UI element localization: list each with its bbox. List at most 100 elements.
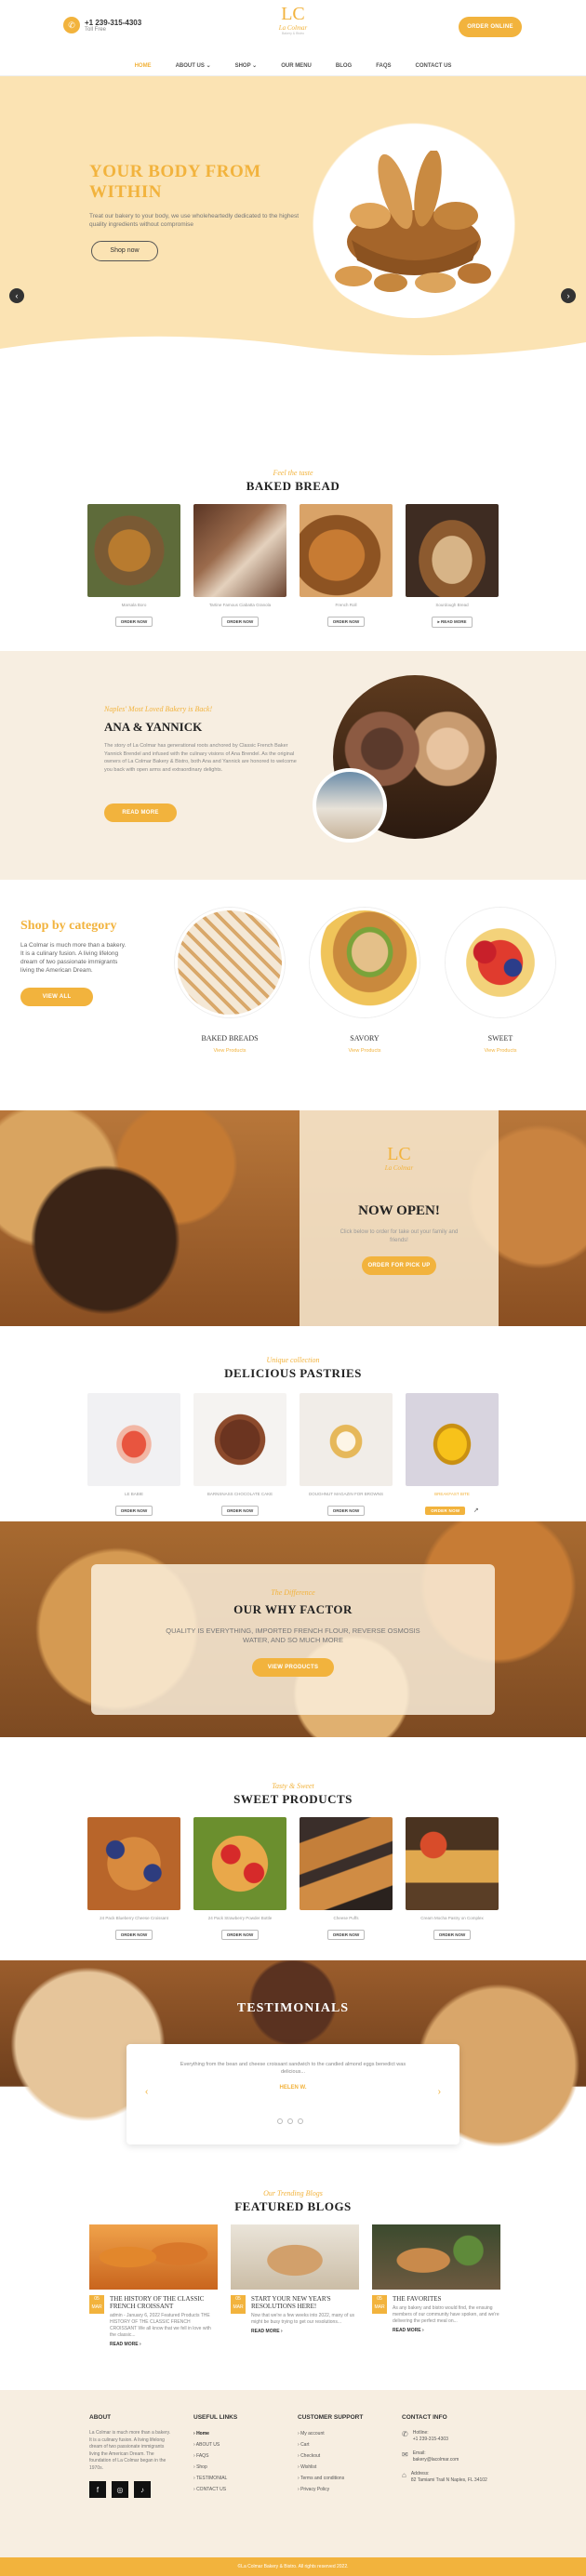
category-image[interactable] (310, 908, 420, 1017)
blog-image[interactable] (89, 2224, 218, 2290)
blog-card[interactable]: 05 MAR START YOUR NEW YEAR'S RESOLUTIONS… (231, 2224, 359, 2347)
product-card[interactable]: Tartine Famous Ciabatta Granola ORDER NO… (193, 504, 286, 628)
blog-card[interactable]: 05 MAR THE HISTORY OF THE CLASSIC FRENCH… (89, 2224, 218, 2347)
product-card[interactable]: BREAKFAST BITE ORDER NOW ↗ (406, 1393, 499, 1517)
contact-value[interactable]: bakery@lacolmar.com (413, 2457, 459, 2463)
category-card[interactable]: BAKED BREADS View Products (173, 908, 286, 1054)
order-now-button[interactable]: ORDER NOW (425, 1507, 466, 1515)
order-now-button[interactable]: ORDER NOW (220, 617, 260, 627)
product-card[interactable]: DOUGHNUT MAGAZIN FOR BROWNS ORDER NOW (300, 1393, 393, 1517)
category-image[interactable] (446, 908, 555, 1017)
blog-read-more-link[interactable]: READ MORE › (393, 2328, 500, 2333)
product-image[interactable] (193, 1393, 286, 1486)
order-now-button[interactable]: ORDER NOW (433, 1930, 472, 1940)
footer-support-link[interactable]: › Checkout (298, 2450, 363, 2462)
product-card[interactable]: Cheese Puffs ORDER NOW (300, 1817, 393, 1941)
instagram-icon[interactable]: ◎ (112, 2481, 128, 2498)
product-card[interactable]: Sourdough Bread ▸ READ MORE (406, 504, 499, 628)
order-now-button[interactable]: ORDER NOW (326, 1930, 366, 1940)
nav-about[interactable]: ABOUT US ⌄ (176, 62, 211, 69)
facebook-icon[interactable]: f (89, 2481, 106, 2498)
product-card[interactable]: BARNSNASS CHOCOLATE CAKE ORDER NOW (193, 1393, 286, 1517)
logo[interactable]: LC La Colmar Bakery & Bistro (272, 4, 314, 35)
order-now-button[interactable]: ORDER NOW (114, 1930, 153, 1940)
product-image[interactable] (300, 504, 393, 597)
product-card[interactable]: 24 Pack Strawberry Powder Bottle ORDER N… (193, 1817, 286, 1941)
view-products-link[interactable]: View Products (444, 1048, 557, 1054)
slider-dot[interactable] (277, 2118, 283, 2124)
footer-contact-title: CONTACT INFO (402, 2414, 447, 2421)
blog-read-more-link[interactable]: READ MORE › (110, 2342, 218, 2347)
phone-block[interactable]: ✆ +1 239-315-4303 Toll Free (63, 17, 141, 33)
slider-dot[interactable] (298, 2118, 303, 2124)
testimonial-next-icon[interactable]: › (438, 2087, 441, 2097)
order-online-button[interactable]: ORDER ONLINE (459, 17, 522, 37)
product-image[interactable] (87, 504, 180, 597)
nav-shop[interactable]: SHOP ⌄ (235, 62, 258, 69)
product-image[interactable] (406, 504, 499, 597)
nav-home[interactable]: HOME (135, 63, 152, 69)
product-image[interactable] (193, 504, 286, 597)
view-products-link[interactable]: View Products (173, 1048, 286, 1054)
category-card[interactable]: SWEET View Products (444, 908, 557, 1054)
contact-value[interactable]: +1 239-315-4303 (413, 2437, 448, 2443)
footer-support-link[interactable]: › Terms and conditions (298, 2473, 363, 2484)
blog-card[interactable]: 05 MAR THE FAVORITES As any bakery and b… (372, 2224, 500, 2347)
read-more-button[interactable]: ▸ READ MORE (432, 617, 473, 628)
order-now-button[interactable]: ORDER NOW (326, 1506, 366, 1516)
product-card[interactable]: 24 Pack Blueberry Cheese Croissant ORDER… (87, 1817, 180, 1941)
blog-title[interactable]: START YOUR NEW YEAR'S RESOLUTIONS HERE! (251, 2295, 359, 2310)
order-now-button[interactable]: ORDER NOW (114, 1506, 153, 1516)
product-image[interactable] (406, 1393, 499, 1486)
blog-title[interactable]: THE FAVORITES (393, 2295, 500, 2303)
view-products-button[interactable]: VIEW PRODUCTS (252, 1658, 334, 1677)
product-card[interactable]: Cream Mocha Pastry on Complex ORDER NOW (406, 1817, 499, 1941)
order-now-button[interactable]: ORDER NOW (114, 617, 153, 627)
footer-support-link[interactable]: › My account (298, 2428, 363, 2439)
order-now-button[interactable]: ORDER NOW (326, 617, 366, 627)
slider-dot[interactable] (287, 2118, 293, 2124)
shop-now-button[interactable]: Shop now (91, 241, 158, 261)
slider-next-icon[interactable]: › (561, 288, 576, 303)
blog-read-more-link[interactable]: READ MORE › (251, 2329, 359, 2334)
slider-prev-icon[interactable]: ‹ (9, 288, 24, 303)
footer-link[interactable]: › Home (193, 2428, 237, 2439)
external-link-icon[interactable]: ↗ (473, 1507, 479, 1514)
nav-contact[interactable]: CONTACT US (416, 63, 452, 69)
tiktok-icon[interactable]: ♪ (134, 2481, 151, 2498)
footer-link[interactable]: › CONTACT US (193, 2484, 237, 2495)
view-products-link[interactable]: View Products (308, 1048, 421, 1054)
footer-support-link[interactable]: › Privacy Policy (298, 2484, 363, 2495)
nav-blog[interactable]: BLOG (336, 63, 352, 69)
footer-link[interactable]: › TESTIMONIAL (193, 2473, 237, 2484)
footer-link[interactable]: › Shop (193, 2462, 237, 2473)
blog-image[interactable] (372, 2224, 500, 2290)
product-image[interactable] (193, 1817, 286, 1910)
product-card[interactable]: LE BABIE ORDER NOW (87, 1393, 180, 1517)
order-now-button[interactable]: ORDER NOW (220, 1506, 260, 1516)
order-now-button[interactable]: ORDER NOW (220, 1930, 260, 1940)
blog-title[interactable]: THE HISTORY OF THE CLASSIC FRENCH CROISS… (110, 2295, 218, 2310)
read-more-button[interactable]: READ MORE (104, 803, 177, 822)
product-image[interactable] (87, 1817, 180, 1910)
nav-menu[interactable]: OUR MENU (281, 63, 312, 69)
footer-support-link[interactable]: › Cart (298, 2439, 363, 2450)
footer-support-link[interactable]: › Wishlist (298, 2462, 363, 2473)
order-pickup-button[interactable]: ORDER FOR PICK UP (362, 1256, 436, 1275)
category-image[interactable] (175, 908, 285, 1017)
blog-image[interactable] (231, 2224, 359, 2290)
product-image[interactable] (406, 1817, 499, 1910)
product-card[interactable]: French Roll ORDER NOW (300, 504, 393, 628)
testimonial-prev-icon[interactable]: ‹ (145, 2087, 148, 2097)
category-card[interactable]: SAVORY View Products (308, 908, 421, 1054)
view-all-button[interactable]: VIEW ALL (20, 988, 93, 1006)
footer-link[interactable]: › ABOUT US (193, 2439, 237, 2450)
product-image[interactable] (300, 1393, 393, 1486)
contact-value[interactable]: 82 Tamiami Trail N Naples, FL 34102 (411, 2477, 487, 2484)
product-name: Tartine Famous Ciabatta Granola (208, 603, 272, 607)
nav-faqs[interactable]: FAQS (376, 63, 391, 69)
product-image[interactable] (300, 1817, 393, 1910)
product-image[interactable] (87, 1393, 180, 1486)
footer-link[interactable]: › FAQS (193, 2450, 237, 2462)
product-card[interactable]: Marsala Boro ORDER NOW (87, 504, 180, 628)
